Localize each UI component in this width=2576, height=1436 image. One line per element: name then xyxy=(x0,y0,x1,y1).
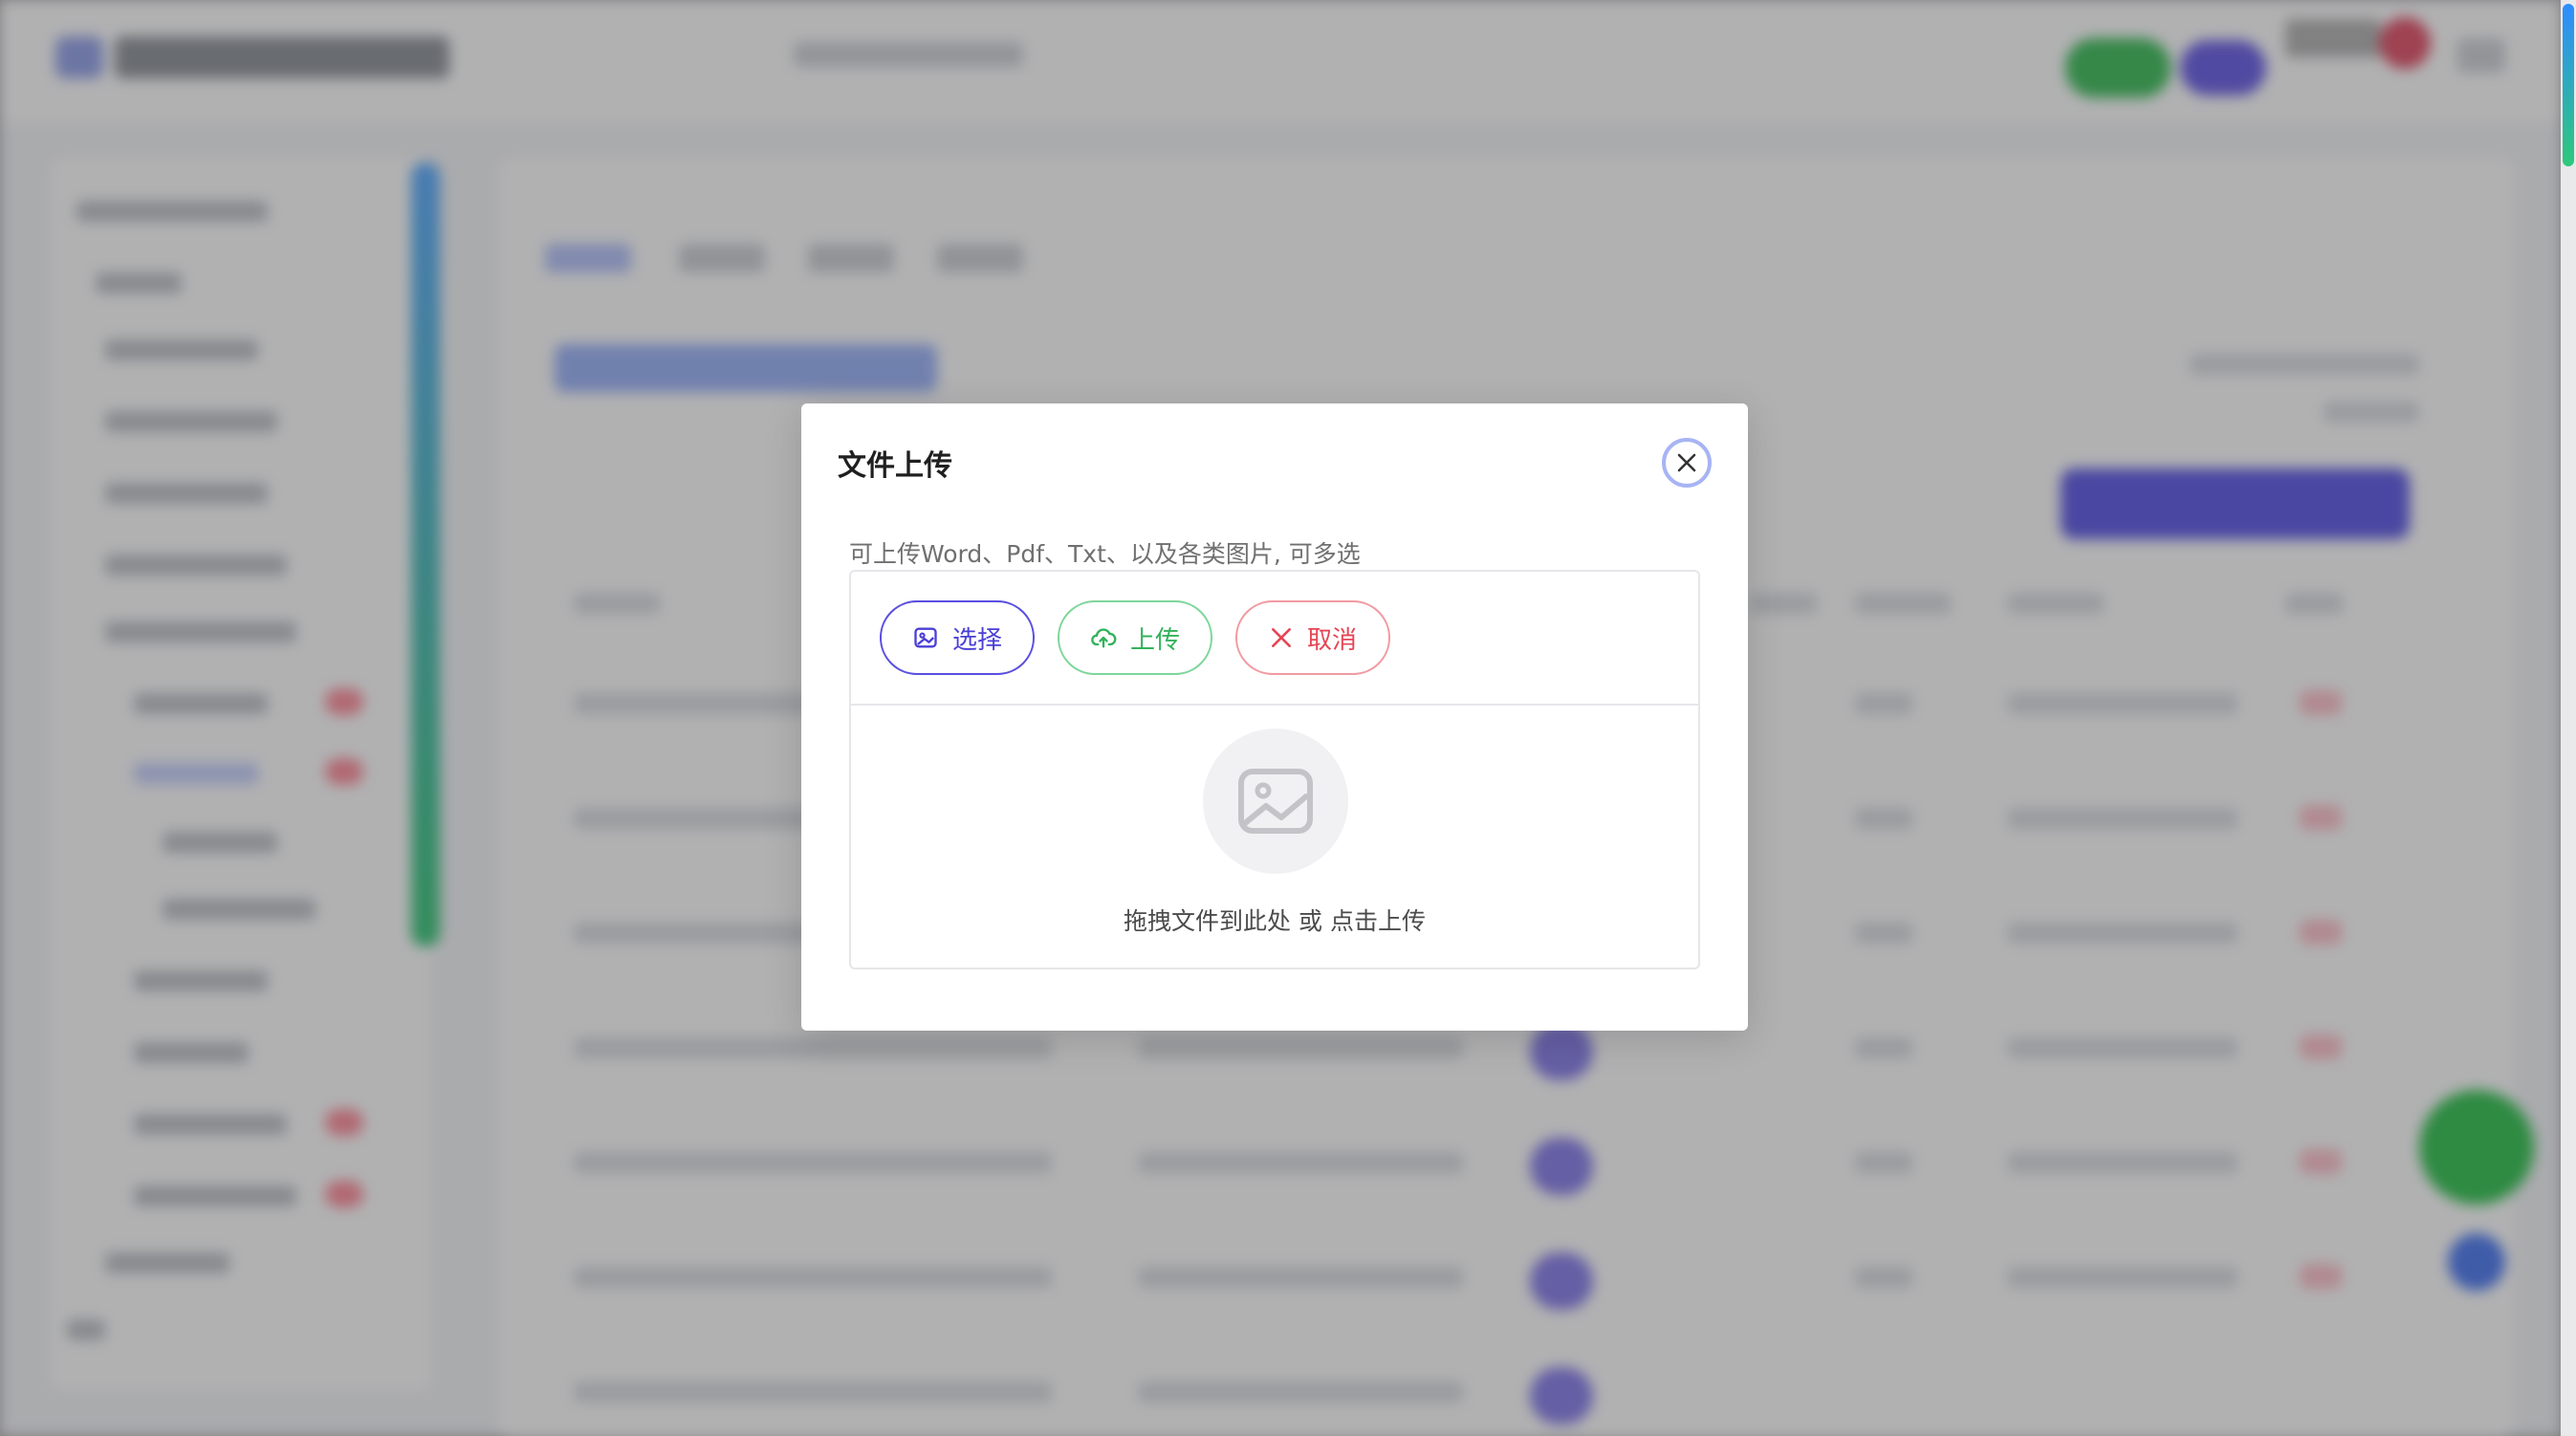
x-icon xyxy=(1272,628,1291,647)
select-button[interactable]: 选择 xyxy=(880,600,1035,675)
upload-button-label: 上传 xyxy=(1129,625,1180,655)
close-icon xyxy=(1677,453,1696,472)
image-icon xyxy=(914,627,937,648)
cancel-button[interactable]: 取消 xyxy=(1235,600,1390,675)
image-placeholder-icon xyxy=(1238,769,1313,834)
page-scrollbar[interactable] xyxy=(2561,0,2576,1436)
cancel-button-label: 取消 xyxy=(1306,625,1357,655)
upload-hint: 可上传Word、Pdf、Txt、以及各类图片, 可多选 xyxy=(849,540,1361,568)
file-drop-zone[interactable]: 拖拽文件到此处 或 点击上传 xyxy=(851,706,1698,969)
upload-panel: 选择 上传 取消 拖拽文件到此处 或 点击上传 xyxy=(849,570,1700,969)
select-button-label: 选择 xyxy=(951,625,1002,655)
upload-button[interactable]: 上传 xyxy=(1058,600,1212,675)
dialog-title: 文件上传 xyxy=(838,449,952,483)
cloud-upload-icon xyxy=(1091,628,1117,648)
placeholder-image xyxy=(1203,729,1348,874)
file-upload-dialog: 文件上传 可上传Word、Pdf、Txt、以及各类图片, 可多选 选择 上传 取… xyxy=(801,403,1748,1031)
upload-toolbar: 选择 上传 取消 xyxy=(851,572,1698,706)
scrollbar-thumb[interactable] xyxy=(2563,4,2574,166)
close-button[interactable] xyxy=(1662,438,1712,488)
drop-zone-text: 拖拽文件到此处 或 点击上传 xyxy=(1124,907,1426,935)
